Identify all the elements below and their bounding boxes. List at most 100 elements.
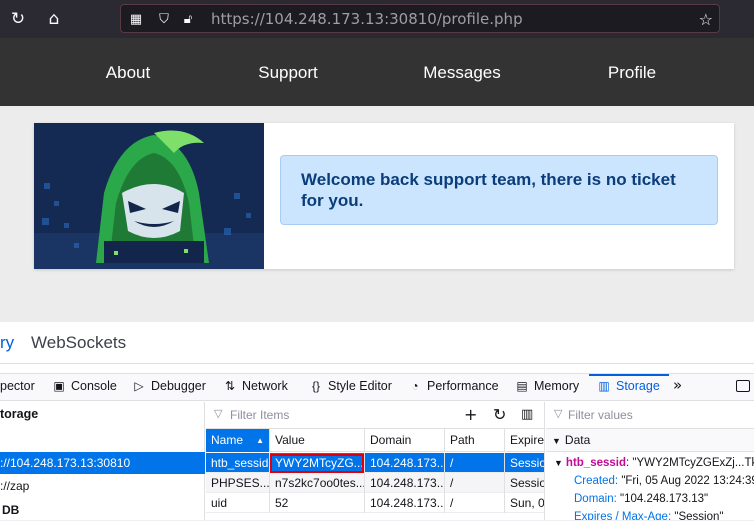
cookies-table: ▽ Filter Items + ↻ ▥ Name ▲ Value Domain … [206, 402, 545, 520]
tool-storage-label: Storage [616, 379, 660, 393]
column-path[interactable]: Path [445, 429, 505, 452]
table-row[interactable]: PHPSES... n7s2kc7oo0tes... 104.248.173..… [206, 473, 544, 493]
cell-path: / [445, 493, 505, 513]
data-created-label: Created: [574, 475, 619, 487]
data-created-line: Created: "Fri, 05 Aug 2022 13:24:39 G [574, 475, 754, 487]
data-cookie-line: ▼htb_sessid: "YWY2MTcyZGExZj...Tk4Y [554, 457, 754, 469]
tracking-icon[interactable]: ▦ [127, 11, 145, 29]
console-icon: ▣ [53, 379, 65, 393]
filter-items-input[interactable]: Filter Items [230, 408, 289, 422]
column-domain[interactable]: Domain [365, 429, 445, 452]
cell-expires: Session [505, 453, 544, 473]
filter-values-input[interactable]: Filter values [568, 408, 633, 422]
shield-icon[interactable]: ⛉ [155, 11, 173, 29]
url-bar[interactable]: ▦ ⛉ 🔓︎ https://104.248.173.13:30810/prof… [120, 4, 720, 33]
storage-db-item[interactable]: DB [0, 499, 205, 521]
filter-values-row: ▽ Filter values [546, 402, 754, 429]
debugger-icon: ▷ [134, 379, 144, 393]
cell-name: htb_sessid [206, 453, 270, 473]
filter-icon: ▽ [554, 407, 563, 420]
storage-zap-item[interactable]: ://zap [0, 475, 205, 497]
column-value[interactable]: Value [270, 429, 365, 452]
cell-value: 52 [270, 493, 365, 513]
tool-network-label: Network [242, 379, 288, 393]
tool-debugger[interactable]: ▷ Debugger [131, 379, 206, 393]
data-domain-value: "104.248.173.13" [620, 493, 709, 505]
storage-tree-header: torage [0, 407, 39, 421]
storage-icon: ▥ [598, 379, 610, 393]
nav-messages[interactable]: Messages [423, 63, 500, 83]
tool-performance-label: Performance [427, 379, 499, 393]
column-expires[interactable]: Expires [505, 429, 544, 452]
tool-storage[interactable]: ▥ Storage [596, 379, 660, 393]
url-text[interactable]: https://104.248.173.13:30810/profile.php [211, 10, 523, 28]
cell-path: / [445, 453, 505, 473]
cell-domain: 104.248.173... [365, 453, 445, 473]
data-sidebar: ▽ Filter values ▼ Data ▼ htb_sessid: "YWY2… [546, 402, 754, 520]
nav-support[interactable]: Support [258, 63, 318, 83]
tool-inspector[interactable]: pector [0, 379, 35, 393]
data-header-label: Data [564, 433, 591, 447]
tool-debugger-label: Debugger [151, 379, 206, 393]
welcome-alert: Welcome back support team, there is no t… [280, 155, 718, 225]
column-name[interactable]: Name ▲ [206, 429, 270, 452]
tool-console[interactable]: ▣ Console [51, 379, 117, 393]
network-subtabs: ry WebSockets [0, 322, 754, 364]
column-name-label: Name [211, 433, 244, 447]
refresh-items-icon[interactable]: ↻ [493, 405, 506, 424]
tool-style-editor[interactable]: {} Style Editor [308, 379, 392, 393]
data-expires-value: "Session" [674, 511, 724, 520]
performance-icon: ◔ [411, 379, 419, 393]
filter-items-row: ▽ Filter Items + ↻ ▥ [206, 402, 544, 429]
nav-about[interactable]: About [106, 63, 150, 83]
toggle-sidebar-icon[interactable]: ▥ [521, 407, 533, 422]
cell-domain: 104.248.173... [365, 473, 445, 493]
tool-performance[interactable]: ◔ Performance [407, 379, 499, 393]
cell-name: uid [206, 493, 270, 513]
cell-expires: Session [505, 473, 544, 493]
data-cookie-value: "YWY2MTcyZGExZj...Tk4Y [632, 457, 754, 469]
dock-toggle-icon[interactable] [736, 380, 750, 392]
storage-origin-item[interactable]: ://104.248.173.13:30810 [0, 452, 205, 474]
tab-history[interactable]: ry [0, 333, 14, 353]
tab-websockets[interactable]: WebSockets [31, 333, 126, 353]
tool-network[interactable]: ⇅ Network [222, 379, 288, 393]
more-tools-icon[interactable]: » [673, 376, 682, 394]
data-expires-label: Expires / Max-Age: [574, 511, 672, 520]
cell-name: PHPSES... [206, 473, 270, 493]
hacker-banner-image [34, 123, 264, 269]
site-navigation: About Support Messages Profile [0, 38, 754, 106]
home-icon[interactable]: ⌂ [42, 7, 66, 31]
hacker-illustration [34, 123, 264, 269]
tool-style-editor-label: Style Editor [328, 379, 392, 393]
data-section-header[interactable]: ▼ Data [546, 429, 754, 452]
browser-toolbar: ↻ ⌂ ▦ ⛉ 🔓︎ https://104.248.173.13:30810/… [0, 0, 754, 38]
memory-icon: ▤ [516, 379, 528, 393]
url-host: https://104.248.173.13 [211, 10, 385, 28]
reload-icon[interactable]: ↻ [6, 7, 30, 31]
network-icon: ⇅ [224, 379, 236, 393]
devtools-toolbar: pector ▣ Console ▷ Debugger ⇅ Network {} Sty… [0, 373, 754, 401]
collapse-arrow-icon: ▼ [552, 436, 561, 446]
profile-card: Welcome back support team, there is no t… [34, 123, 734, 269]
data-domain-line: Domain: "104.248.173.13" [574, 493, 708, 505]
nav-profile[interactable]: Profile [608, 63, 656, 83]
tool-memory-label: Memory [534, 379, 580, 393]
table-row[interactable]: htb_sessid YWY2MTcyZG... 104.248.173... … [206, 453, 544, 473]
devtools-panel: ry WebSockets pector ▣ Console ▷ Debugger … [0, 322, 754, 520]
style-editor-icon: {} [311, 379, 320, 393]
active-tool-indicator [589, 374, 669, 376]
filter-icon: ▽ [214, 407, 223, 420]
bookmark-star-icon[interactable]: ☆ [699, 10, 713, 29]
lock-warning-icon[interactable]: 🔓︎ [179, 11, 197, 29]
cell-domain: 104.248.173... [365, 493, 445, 513]
add-item-icon[interactable]: + [464, 405, 477, 424]
table-header: Name ▲ Value Domain Path Expires [206, 429, 544, 452]
tool-console-label: Console [71, 379, 117, 393]
tool-memory[interactable]: ▤ Memory [514, 379, 579, 393]
highlight-annotation [270, 454, 364, 473]
expand-arrow-icon: ▼ [554, 458, 563, 468]
data-created-value: "Fri, 05 Aug 2022 13:24:39 G [621, 475, 754, 487]
table-row[interactable]: uid 52 104.248.173... / Sun, 04 [206, 493, 544, 513]
url-path: :30810/profile.php [384, 10, 523, 28]
